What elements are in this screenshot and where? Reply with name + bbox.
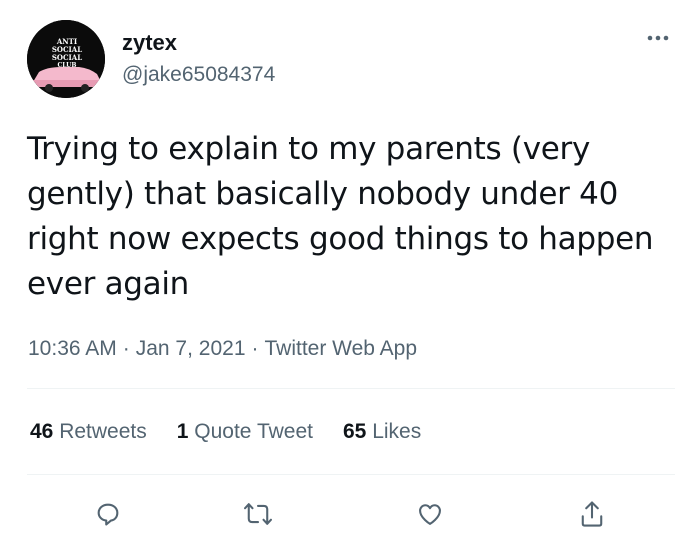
more-options-button[interactable] <box>640 26 676 50</box>
reply-button[interactable] <box>88 494 128 534</box>
like-button[interactable] <box>410 494 450 534</box>
likes-count: 65 <box>342 420 367 443</box>
tweet-date[interactable]: Jan 7, 2021 <box>136 337 246 360</box>
retweets-label: Retweets <box>59 420 147 443</box>
quote-tweets-count: 1 <box>176 420 189 443</box>
tweet-source[interactable]: Twitter Web App <box>265 337 418 360</box>
svg-text:SOCIAL: SOCIAL <box>52 53 82 62</box>
tweet-metadata: 10:36 AM · Jan 7, 2021 · Twitter Web App <box>28 336 417 362</box>
share-button[interactable] <box>572 494 612 534</box>
retweet-button[interactable] <box>238 494 278 534</box>
reply-icon <box>97 503 119 526</box>
retweets-count: 46 <box>30 420 54 443</box>
avatar[interactable]: ANTI SOCIAL SOCIAL CLUB <box>27 20 105 98</box>
like-icon <box>419 504 441 525</box>
avatar-image: ANTI SOCIAL SOCIAL CLUB <box>27 20 105 98</box>
meta-separator: · <box>251 337 259 360</box>
more-icon <box>647 35 669 41</box>
divider <box>27 474 675 475</box>
quote-tweets-stat[interactable]: 1 Quote Tweet <box>177 419 313 445</box>
share-icon <box>581 501 603 527</box>
likes-label: Likes <box>372 420 422 443</box>
likes-stat[interactable]: 65 Likes <box>343 419 421 445</box>
tweet-card: ANTI SOCIAL SOCIAL CLUB zytex @jake65084… <box>0 0 700 550</box>
retweets-stat[interactable]: 46 Retweets <box>30 419 147 445</box>
engagement-stats: 46 Retweets 1 Quote Tweet 65 Likes <box>30 419 451 445</box>
author-display-name[interactable]: zytex <box>122 30 177 56</box>
svg-text:CLUB: CLUB <box>58 62 77 69</box>
tweet-text: Trying to explain to my parents (very ge… <box>27 131 654 302</box>
quote-tweets-label: Quote Tweet <box>194 420 313 443</box>
retweet-icon <box>244 503 272 525</box>
author-handle[interactable]: @jake65084374 <box>122 62 275 88</box>
divider <box>27 388 675 389</box>
tweet-time[interactable]: 10:36 AM <box>28 337 117 360</box>
meta-separator: · <box>122 337 130 360</box>
